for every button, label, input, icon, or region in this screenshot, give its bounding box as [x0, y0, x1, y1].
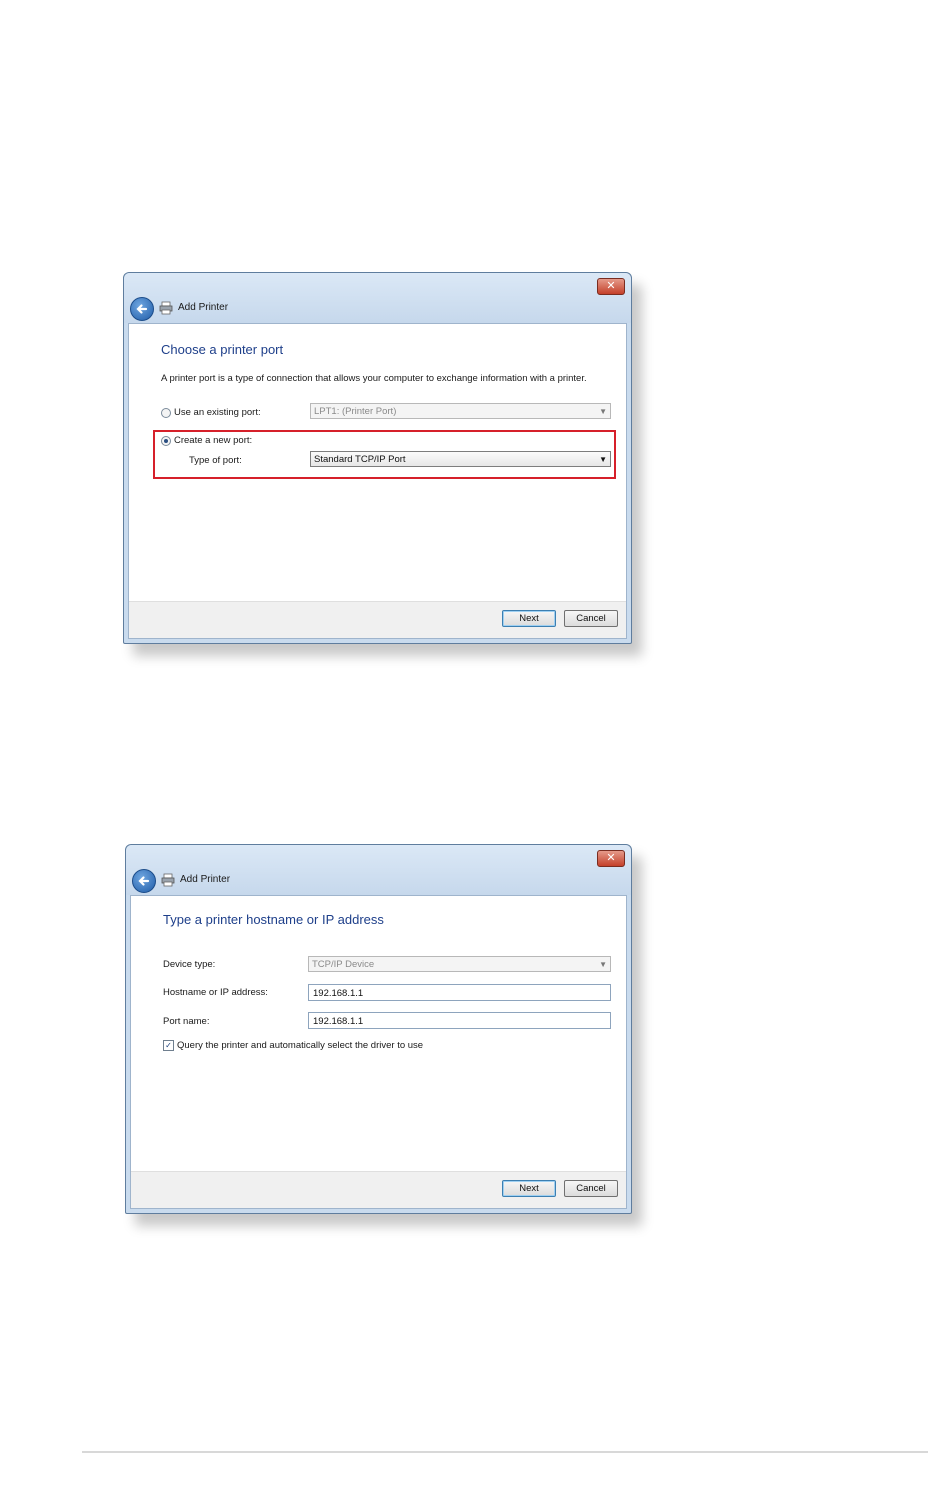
annotation-highlight-box: [153, 430, 616, 479]
use-existing-port-radio[interactable]: [161, 408, 171, 418]
hostname-label: Hostname or IP address:: [163, 987, 268, 998]
chevron-down-icon: ▼: [599, 407, 607, 416]
back-arrow-icon: [136, 304, 148, 314]
dialog-footer: Next Cancel: [129, 601, 626, 638]
query-printer-label[interactable]: Query the printer and automatically sele…: [177, 1040, 423, 1051]
checkmark-icon: ✓: [165, 1041, 172, 1050]
add-printer-dialog-hostname: ✕ Add Printer Type a printer hostname or…: [125, 844, 632, 1214]
existing-port-select[interactable]: LPT1: (Printer Port) ▼: [310, 403, 611, 419]
chevron-down-icon: ▼: [599, 960, 607, 969]
cancel-button[interactable]: Cancel: [564, 610, 618, 627]
back-button[interactable]: [132, 869, 156, 893]
use-existing-port-label[interactable]: Use an existing port:: [174, 407, 261, 418]
next-button[interactable]: Next: [502, 1180, 556, 1197]
cancel-button[interactable]: Cancel: [564, 1180, 618, 1197]
device-type-value: TCP/IP Device: [312, 959, 375, 970]
device-type-label: Device type:: [163, 959, 216, 970]
next-button[interactable]: Next: [502, 610, 556, 627]
hostname-input[interactable]: 192.168.1.1: [308, 984, 611, 1001]
title-bar: ✕ Add Printer: [126, 845, 631, 895]
port-name-label: Port name:: [163, 1016, 210, 1027]
existing-port-value: LPT1: (Printer Port): [314, 406, 397, 417]
close-button[interactable]: ✕: [597, 278, 625, 295]
dialog-title: Add Printer: [180, 874, 231, 885]
page-footer-rule: [82, 1451, 928, 1453]
query-printer-checkbox[interactable]: ✓: [163, 1040, 174, 1051]
title-bar: ✕ Add Printer: [124, 273, 631, 323]
dialog-title: Add Printer: [178, 302, 229, 313]
printer-icon: [161, 873, 175, 887]
dialog-content: Choose a printer port A printer port is …: [128, 323, 627, 639]
add-printer-dialog-port: ✕ Add Printer Choose a printer port A pr…: [123, 272, 632, 644]
close-button[interactable]: ✕: [597, 850, 625, 867]
back-button[interactable]: [130, 297, 154, 321]
device-type-select[interactable]: TCP/IP Device ▼: [308, 956, 611, 972]
printer-icon: [159, 301, 173, 315]
close-icon: ✕: [606, 852, 616, 864]
port-name-input[interactable]: 192.168.1.1: [308, 1012, 611, 1029]
close-icon: ✕: [606, 280, 616, 292]
page-heading: Choose a printer port: [161, 342, 284, 357]
back-arrow-icon: [138, 876, 150, 886]
description-text: A printer port is a type of connection t…: [161, 373, 587, 384]
dialog-footer: Next Cancel: [131, 1171, 626, 1208]
page-heading: Type a printer hostname or IP address: [163, 912, 384, 927]
dialog-content: Type a printer hostname or IP address De…: [130, 895, 627, 1209]
